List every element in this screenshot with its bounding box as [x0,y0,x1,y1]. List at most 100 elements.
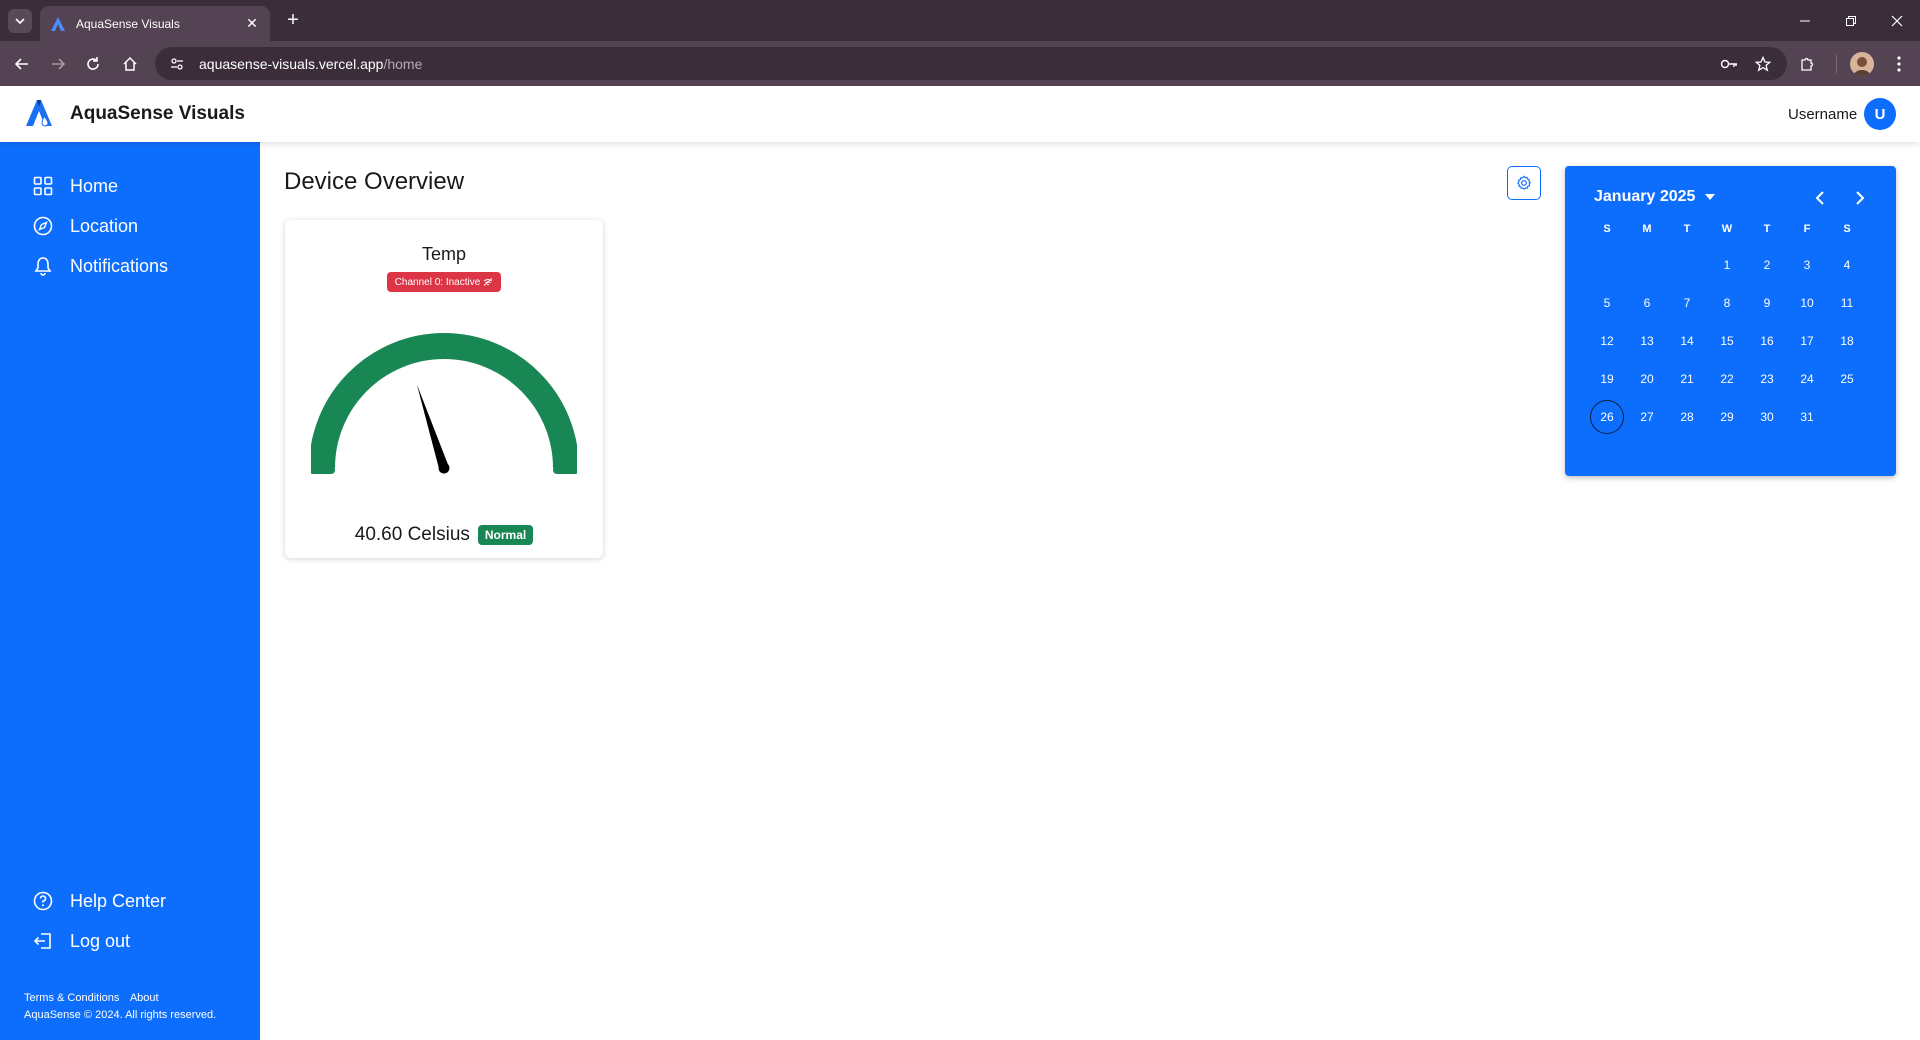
calendar-cell: 17 [1787,322,1827,360]
gauge-needle [416,384,450,474]
home-icon [123,56,137,71]
close-icon [1891,15,1903,26]
calendar-grid: S M T W T F S 1 2 3 4 5 6 7 8 9 10 11 12 13 14 15 16 17 18 19 20 21… [1587,212,1867,436]
calendar-day[interactable]: 11 [1830,286,1864,320]
tune-icon [171,57,183,70]
calendar-day[interactable]: 28 [1670,400,1704,434]
calendar-day[interactable]: 9 [1750,286,1784,320]
calendar-day[interactable]: 19 [1590,362,1624,396]
sidebar: Home Location Notifications Help Center … [0,142,260,1040]
back-button[interactable] [11,53,33,75]
user-avatar[interactable]: U [1864,98,1896,130]
reload-button[interactable] [82,53,104,75]
calendar-day[interactable]: 10 [1790,286,1824,320]
calendar-day[interactable]: 6 [1630,286,1664,320]
forward-button[interactable] [47,53,69,75]
calendar-cell: 8 [1707,284,1747,322]
calendar-cell [1827,398,1867,436]
star-icon [1755,56,1771,72]
calendar-day[interactable]: 18 [1830,324,1864,358]
calendar-day[interactable]: 30 [1750,400,1784,434]
calendar-widget: January 2025 S M T W T F S 1 2 3 4 5 6 7 8 9 10 11 12 13 14 1… [1565,166,1896,476]
aquasense-favicon-icon [51,16,65,31]
sidebar-item-help-center[interactable]: Help Center [32,887,166,915]
calendar-day[interactable]: 4 [1830,248,1864,282]
calendar-day[interactable]: 16 [1750,324,1784,358]
calendar-cell: 9 [1747,284,1787,322]
sidebar-item-log-out[interactable]: Log out [32,927,130,955]
sidebar-item-location[interactable]: Location [32,212,138,240]
weekday-label: S [1843,223,1851,235]
device-card-temp[interactable]: Temp Channel 0: Inactive 40.60 Celsius N… [285,220,603,558]
calendar-cell: 5 [1587,284,1627,322]
calendar-day[interactable]: 23 [1750,362,1784,396]
grid-icon [32,175,54,197]
calendar-cell: 25 [1827,360,1867,398]
window-controls [1782,0,1920,41]
tab-search-button[interactable] [8,9,32,33]
calendar-day[interactable]: 31 [1790,400,1824,434]
username-label: Username [1788,106,1858,123]
close-tab-icon[interactable]: ✕ [244,15,260,32]
compass-icon [32,215,54,237]
calendar-cell [1587,246,1627,284]
calendar-day[interactable]: 13 [1630,324,1664,358]
previous-month-button[interactable] [1808,186,1832,210]
calendar-day[interactable]: 1 [1710,248,1744,282]
terms-link[interactable]: Terms & Conditions [24,992,119,1004]
extensions-button[interactable] [1796,53,1818,75]
calendar-day[interactable]: 20 [1630,362,1664,396]
restore-button[interactable] [1828,0,1874,41]
calendar-day[interactable]: 21 [1670,362,1704,396]
home-button[interactable] [119,53,141,75]
calendar-day[interactable]: 27 [1630,400,1664,434]
profile-avatar[interactable] [1850,52,1874,76]
calendar-day[interactable]: 24 [1790,362,1824,396]
calendar-day[interactable]: 14 [1670,324,1704,358]
calendar-day-selected[interactable]: 26 [1590,400,1624,434]
minimize-button[interactable] [1782,0,1828,41]
site-info-icon[interactable] [167,54,187,74]
browser-menu-button[interactable] [1888,53,1910,75]
calendar-day[interactable]: 25 [1830,362,1864,396]
next-month-button[interactable] [1848,186,1872,210]
wifi-off-icon [484,278,493,286]
address-bar[interactable]: aquasense-visuals.vercel.app/home [155,47,1787,80]
calendar-cell: 7 [1667,284,1707,322]
calendar-day[interactable]: 12 [1590,324,1624,358]
sidebar-item-home[interactable]: Home [32,172,118,200]
help-circle-icon [32,890,54,912]
password-key-icon[interactable] [1719,54,1739,74]
calendar-cell: 18 [1827,322,1867,360]
settings-button[interactable] [1507,166,1541,200]
channel-status-badge: Channel 0: Inactive [387,272,501,292]
calendar-cell: 16 [1747,322,1787,360]
aquasense-logo-icon[interactable] [24,98,54,128]
about-link[interactable]: About [130,992,159,1004]
brand-name[interactable]: AquaSense Visuals [70,103,245,125]
gauge-arc [311,333,577,469]
calendar-day[interactable]: 22 [1710,362,1744,396]
calendar-day[interactable]: 5 [1590,286,1624,320]
restore-icon [1846,15,1856,26]
close-window-button[interactable] [1874,0,1920,41]
calendar-day[interactable]: 17 [1790,324,1824,358]
calendar-day[interactable]: 7 [1670,286,1704,320]
temperature-gauge [311,333,577,474]
calendar-week-row: 26 27 28 29 30 31 [1587,398,1867,436]
toolbar-separator [1836,55,1837,73]
new-tab-button[interactable]: + [282,10,304,32]
bookmark-star-icon[interactable] [1753,54,1773,74]
sidebar-item-notifications[interactable]: Notifications [32,252,168,280]
channel-status-label: Channel 0: Inactive [394,276,481,288]
weekday-label: S [1603,223,1611,235]
calendar-day[interactable]: 15 [1710,324,1744,358]
calendar-cell: 31 [1787,398,1827,436]
calendar-day[interactable]: 3 [1790,248,1824,282]
calendar-day[interactable]: 8 [1710,286,1744,320]
calendar-day[interactable]: 29 [1710,400,1744,434]
browser-tab[interactable]: AquaSense Visuals ✕ [40,6,270,41]
month-year-selector[interactable]: January 2025 [1594,188,1716,206]
calendar-day[interactable]: 2 [1750,248,1784,282]
calendar-cell [1667,246,1707,284]
